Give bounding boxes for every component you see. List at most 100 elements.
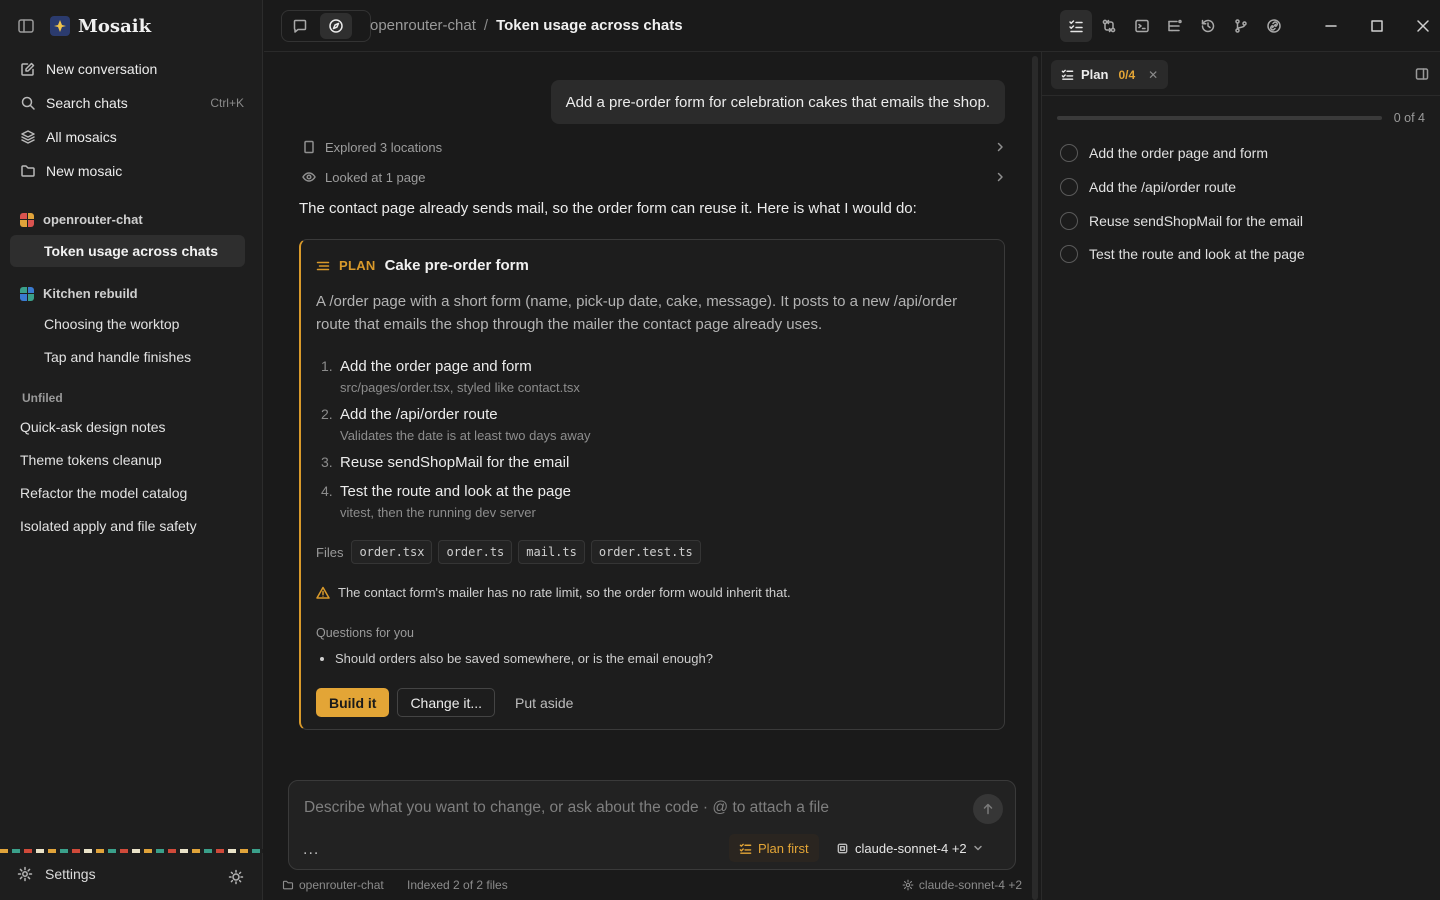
sidebar-nav: New conversation Search chats Ctrl+K All…	[10, 52, 246, 188]
task-checkbox[interactable]	[1060, 212, 1078, 230]
project-group-openrouter-chat[interactable]: openrouter-chat	[20, 212, 143, 227]
top-bar: openrouter-chat / Token usage across cha…	[264, 0, 1440, 52]
step-detail: src/pages/order.tsx, styled like contact…	[340, 380, 580, 395]
share-button[interactable]	[1258, 10, 1290, 42]
history-button[interactable]	[1192, 10, 1224, 42]
unfiled-chat-item[interactable]: Isolated apply and file safety	[20, 518, 197, 534]
model-label: claude-sonnet-4 +2	[855, 840, 967, 856]
task-item[interactable]: Add the /api/order route	[1060, 178, 1236, 196]
nav-label: All mosaics	[46, 129, 117, 145]
close-tab-icon[interactable]: ✕	[1148, 68, 1158, 82]
settings-button[interactable]: Settings	[17, 866, 96, 882]
step-title: Reuse sendShopMail for the email	[340, 454, 570, 471]
plan-step: 1. Add the order page and form src/pages/…	[321, 358, 580, 395]
task-checkbox[interactable]	[1060, 245, 1078, 263]
minimize-button[interactable]	[1308, 14, 1354, 38]
chat-item-worktop[interactable]: Choosing the worktop	[10, 308, 245, 340]
plan-warning: The contact form's mailer has no rate li…	[316, 585, 791, 600]
sidebar-toggle-icon[interactable]	[17, 17, 35, 35]
file-chip[interactable]: order.test.ts	[590, 540, 701, 564]
search-chats-button[interactable]: Search chats Ctrl+K	[10, 86, 246, 120]
more-options-button[interactable]: ...	[303, 841, 319, 859]
assistant-message: The contact page already sends mail, so …	[299, 200, 917, 217]
project-name: openrouter-chat	[43, 212, 143, 227]
tab-count-badge: 0/4	[1118, 67, 1136, 82]
model-selector[interactable]: claude-sonnet-4 +2	[836, 834, 983, 862]
message-input[interactable]: Describe what you want to change, or ask…	[304, 799, 829, 817]
change-it-button[interactable]: Change it...	[397, 688, 496, 717]
step-title: Add the /api/order route	[340, 406, 498, 423]
explore-mode-button[interactable]	[320, 13, 352, 39]
status-bar: openrouter-chat Indexed 2 of 2 files cla…	[282, 878, 1022, 894]
send-button[interactable]	[973, 794, 1003, 824]
plan-step: 4. Test the route and look at the page vi…	[321, 483, 571, 520]
file-chip[interactable]: order.tsx	[351, 540, 433, 564]
git-branch-icon	[1233, 18, 1249, 34]
nav-label: New mosaic	[46, 163, 123, 179]
unfiled-chat-item[interactable]: Refactor the model catalog	[20, 485, 187, 501]
composer: Describe what you want to change, or ask…	[288, 780, 1016, 870]
put-aside-button[interactable]: Put aside	[503, 688, 585, 717]
breadcrumb-project[interactable]: openrouter-chat	[370, 17, 476, 34]
terminal-button[interactable]	[1126, 10, 1158, 42]
close-icon	[1416, 19, 1430, 33]
build-it-button[interactable]: Build it	[316, 688, 390, 717]
nav-label: Search chats	[46, 95, 128, 111]
plan-panel-button[interactable]	[1060, 10, 1092, 42]
task-item[interactable]: Add the order page and form	[1060, 144, 1268, 162]
bookmark-icon	[302, 140, 316, 154]
unfiled-chat-item[interactable]: Theme tokens cleanup	[20, 452, 162, 468]
step-number: 1.	[321, 358, 333, 374]
step-detail: vitest, then the running dev server	[340, 505, 536, 520]
task-label: Add the order page and form	[1089, 145, 1269, 161]
activity-row-looked[interactable]: Looked at 1 page	[302, 166, 1006, 188]
decorative-stripe	[0, 849, 263, 853]
chat-scrollbar[interactable]	[1032, 56, 1038, 900]
plan-files: Files order.tsx order.ts mail.ts order.t…	[316, 540, 707, 564]
project-icon	[20, 286, 34, 301]
activity-row-explored[interactable]: Explored 3 locations	[302, 136, 1006, 158]
task-item[interactable]: Reuse sendShopMail for the email	[1060, 212, 1303, 230]
edit-icon	[20, 61, 36, 77]
maximize-button[interactable]	[1354, 14, 1400, 38]
panel-collapse-icon[interactable]	[1415, 67, 1429, 81]
status-model[interactable]: claude-sonnet-4 +2	[902, 878, 1022, 892]
close-button[interactable]	[1400, 14, 1440, 38]
terminal-icon	[1134, 18, 1150, 34]
plan-first-toggle[interactable]: Plan first	[729, 834, 819, 862]
user-message: Add a pre-order form for celebration cak…	[550, 80, 1005, 124]
task-label: Reuse sendShopMail for the email	[1089, 213, 1304, 229]
chevron-right-icon	[994, 171, 1006, 183]
chat-item-tap-finishes[interactable]: Tap and handle finishes	[10, 341, 245, 373]
diff-button[interactable]	[1093, 10, 1125, 42]
project-group-kitchen-rebuild[interactable]: Kitchen rebuild	[20, 286, 138, 301]
chevron-down-icon	[973, 843, 983, 853]
new-conversation-button[interactable]: New conversation	[10, 52, 246, 86]
branch-button[interactable]	[1225, 10, 1257, 42]
files-label: Files	[316, 544, 344, 560]
gear-icon	[17, 866, 33, 882]
tab-label: Plan	[1081, 67, 1109, 82]
step-title: Test the route and look at the page	[340, 483, 571, 500]
tab-plan[interactable]: Plan 0/4 ✕	[1051, 60, 1169, 89]
task-item[interactable]: Test the route and look at the page	[1060, 245, 1305, 263]
status-project[interactable]: openrouter-chat	[282, 878, 384, 892]
file-tree-button[interactable]	[1159, 10, 1191, 42]
checklist-icon	[1068, 18, 1084, 34]
file-chip[interactable]: order.ts	[438, 540, 513, 564]
task-checkbox[interactable]	[1060, 178, 1078, 196]
sun-icon[interactable]	[228, 869, 244, 885]
step-number: 2.	[321, 406, 333, 422]
unfiled-chat-item[interactable]: Quick-ask design notes	[20, 419, 166, 435]
new-mosaic-button[interactable]: New mosaic	[10, 154, 246, 188]
layers-icon	[20, 129, 36, 145]
task-checkbox[interactable]	[1060, 144, 1078, 162]
eye-icon	[302, 170, 316, 184]
checklist-icon	[1061, 68, 1074, 81]
all-mosaics-button[interactable]: All mosaics	[10, 120, 246, 154]
chat-item-token-usage[interactable]: Token usage across chats	[10, 235, 245, 267]
chip-icon	[836, 842, 849, 855]
chat-mode-button[interactable]	[284, 13, 316, 39]
file-chip[interactable]: mail.ts	[518, 540, 585, 564]
gear-icon	[902, 879, 914, 891]
